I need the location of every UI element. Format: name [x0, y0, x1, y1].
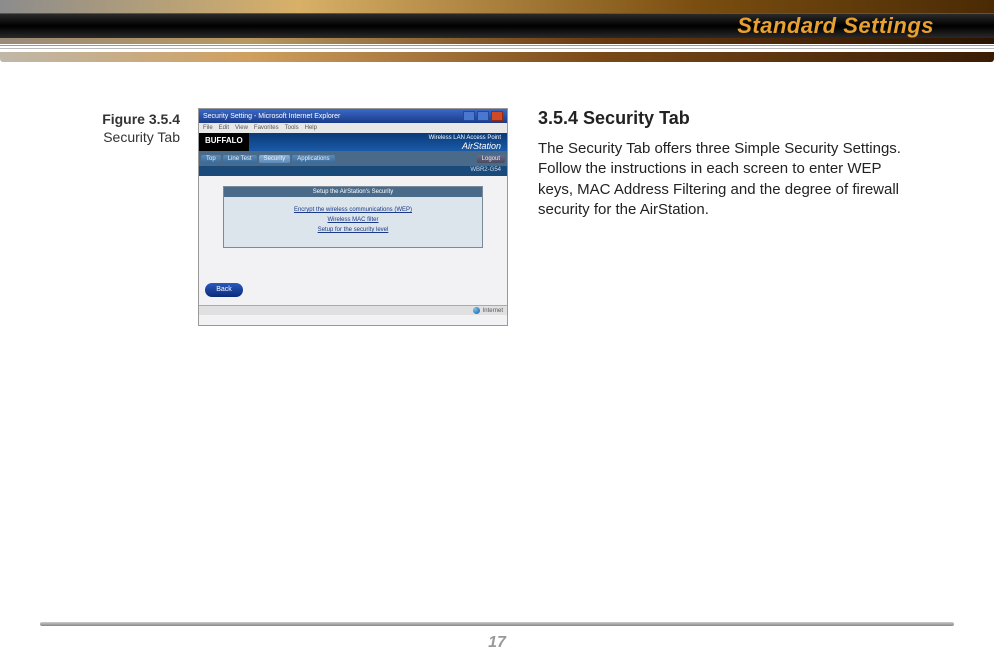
browser-title: Security Setting - Microsoft Internet Ex… — [203, 113, 340, 120]
menu-help[interactable]: Help — [305, 125, 317, 131]
internet-zone-icon — [473, 307, 480, 314]
link-mac-filter[interactable]: Wireless MAC filter — [224, 217, 482, 223]
tab-logout[interactable]: Logout — [477, 155, 505, 163]
header-rule-1 — [0, 45, 994, 46]
figure-label: Figure 3.5.4 Security Tab — [82, 108, 180, 326]
section-body: The Security Tab offers three Simple Sec… — [538, 139, 906, 220]
window-buttons — [463, 111, 503, 121]
figure-number: Figure 3.5.4 — [102, 111, 180, 127]
header-rule-2 — [0, 48, 994, 49]
link-security-level[interactable]: Setup for the security level — [224, 227, 482, 233]
minimize-button[interactable] — [463, 111, 475, 121]
security-panel: Setup the AirStation's Security Encrypt … — [223, 186, 483, 248]
content-row: Figure 3.5.4 Security Tab Security Setti… — [82, 108, 954, 326]
menu-edit[interactable]: Edit — [219, 125, 229, 131]
footer-rule — [40, 622, 954, 626]
tab-security[interactable]: Security — [259, 155, 291, 163]
close-button[interactable] — [491, 111, 503, 121]
screenshot: Security Setting - Microsoft Internet Ex… — [198, 108, 508, 326]
model-label: WBR2-G54 — [199, 166, 507, 176]
header-accent-bottom — [0, 52, 994, 62]
tab-top[interactable]: Top — [201, 155, 221, 163]
header-bar: Standard Settings — [0, 14, 994, 38]
brand-name: AirStation — [462, 141, 501, 151]
section-heading: 3.5.4 Security Tab — [538, 108, 906, 129]
page-number: 17 — [0, 634, 994, 652]
browser-content: BUFFALO Wireless LAN Access Point AirSta… — [199, 133, 507, 315]
menu-file[interactable]: File — [203, 125, 213, 131]
link-wep[interactable]: Encrypt the wireless communications (WEP… — [224, 207, 482, 213]
tab-line-test[interactable]: Line Test — [223, 155, 257, 163]
menu-tools[interactable]: Tools — [285, 125, 299, 131]
menu-view[interactable]: View — [235, 125, 248, 131]
browser-menubar: File Edit View Favorites Tools Help — [199, 123, 507, 133]
header-band: Standard Settings — [0, 0, 994, 78]
back-button[interactable]: Back — [205, 283, 243, 297]
maximize-button[interactable] — [477, 111, 489, 121]
page-title: Standard Settings — [737, 13, 934, 39]
panel-body: Encrypt the wireless communications (WEP… — [224, 197, 482, 247]
status-zone: Internet — [483, 308, 503, 314]
browser-titlebar: Security Setting - Microsoft Internet Ex… — [199, 109, 507, 123]
panel-title: Setup the AirStation's Security — [224, 187, 482, 197]
browser-statusbar: Internet — [199, 305, 507, 315]
brand-logo: BUFFALO — [199, 133, 249, 151]
header-accent-top — [0, 0, 994, 14]
brand-right: Wireless LAN Access Point AirStation — [249, 133, 507, 151]
brand-row: BUFFALO Wireless LAN Access Point AirSta… — [199, 133, 507, 151]
text-column: 3.5.4 Security Tab The Security Tab offe… — [526, 108, 906, 326]
figure-caption: Security Tab — [103, 129, 180, 145]
tab-row: Top Line Test Security Applications Logo… — [199, 151, 507, 166]
menu-favorites[interactable]: Favorites — [254, 125, 279, 131]
tab-applications[interactable]: Applications — [292, 155, 334, 163]
